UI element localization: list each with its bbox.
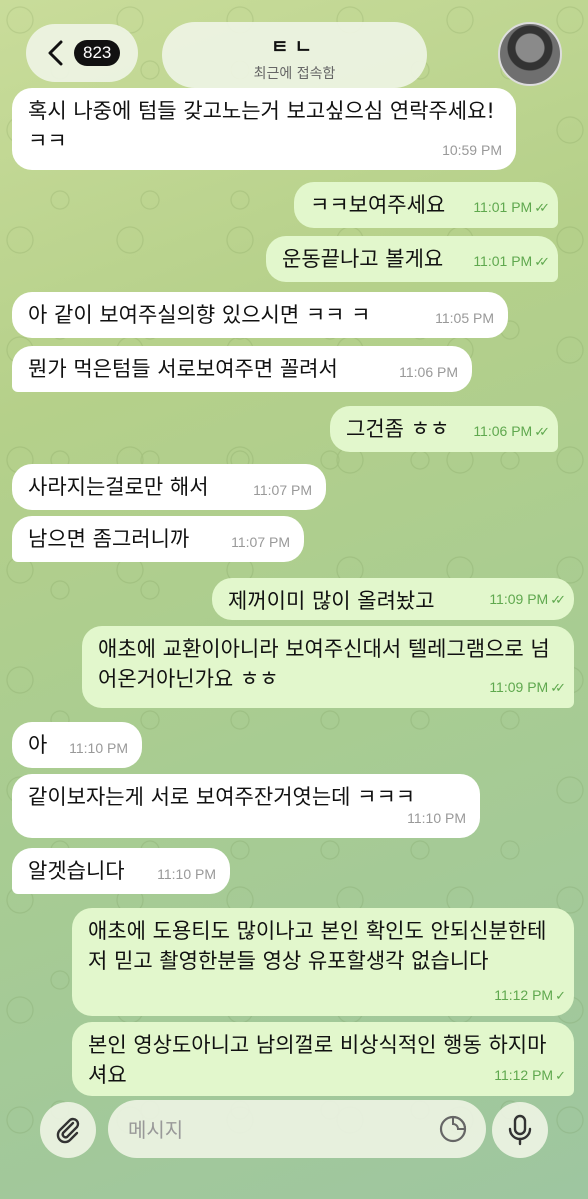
- read-check-icon: ✓: [555, 988, 566, 1003]
- message-text: 그건좀 ㅎㅎ: [346, 417, 450, 441]
- message-text: 사라지는걸로만 해서: [28, 475, 209, 499]
- message-text: 애초에 도용티도 많이나고 본인 확인도 안되신분한테 저 믿고 촬영한분들 영…: [88, 919, 547, 973]
- sticker-icon[interactable]: [438, 1114, 468, 1144]
- message-time: 11:12 PM: [494, 1067, 554, 1083]
- message-time: 11:01 PM: [473, 199, 533, 215]
- message-text: 애초에 교환이아니라 보여주신대서 텔레그램으로 넘어온거아닌가요 ㅎㅎ: [98, 637, 550, 691]
- message-text: 알겟습니다: [28, 859, 125, 883]
- message-incoming[interactable]: 뭔가 먹은텀들 서로보여주면 꼴려서 11:06 PM: [12, 346, 472, 392]
- message-outgoing[interactable]: 애초에 교환이아니라 보여주신대서 텔레그램으로 넘어온거아닌가요 ㅎㅎ 11:…: [82, 626, 574, 708]
- chat-name: ㅌㄴ: [271, 36, 318, 58]
- chat-status: 최근에 접속함: [253, 66, 336, 82]
- message-text: 제꺼이미 많이 올려놨고: [228, 589, 435, 613]
- message-time: 10:59 PM: [442, 142, 502, 158]
- message-text: 아 같이 보여주실의향 있으시면 ㅋㅋ ㅋ: [28, 303, 371, 327]
- message-outgoing[interactable]: 그건좀 ㅎㅎ 11:06 PM ✓✓: [330, 406, 558, 452]
- message-time: 11:06 PM: [473, 423, 533, 439]
- message-incoming[interactable]: 알겟습니다 11:10 PM: [12, 848, 230, 894]
- message-time: 11:06 PM: [399, 364, 458, 380]
- read-check-icon: ✓: [555, 1068, 566, 1083]
- message-time: 11:01 PM: [473, 253, 533, 269]
- message-outgoing[interactable]: 본인 영상도아니고 남의껄로 비상식적인 행동 하지마셔요 11:12 PM ✓: [72, 1022, 574, 1096]
- chevron-left-icon: [48, 40, 63, 66]
- message-time: 11:10 PM: [157, 866, 216, 882]
- message-time: 11:09 PM: [489, 679, 549, 695]
- message-input[interactable]: [126, 1112, 420, 1148]
- message-incoming[interactable]: 같이보자는게 서로 보여주잔거엿는데 ㅋㅋㅋ 11:10 PM: [12, 774, 480, 838]
- message-time: 11:09 PM: [489, 591, 549, 607]
- message-text: 운동끝나고 볼게요: [282, 247, 444, 271]
- message-time: 11:10 PM: [407, 810, 466, 826]
- read-check-icon: ✓✓: [550, 680, 566, 695]
- avatar[interactable]: [498, 22, 562, 86]
- message-time: 11:07 PM: [231, 534, 290, 550]
- message-text: 아: [28, 733, 48, 757]
- message-incoming[interactable]: 아 11:10 PM: [12, 722, 142, 768]
- unread-count-badge: 823: [74, 40, 121, 66]
- message-time: 11:12 PM: [494, 987, 554, 1003]
- message-incoming[interactable]: 사라지는걸로만 해서 11:07 PM: [12, 464, 326, 510]
- message-text: 본인 영상도아니고 남의껄로 비상식적인 행동 하지마셔요: [88, 1033, 547, 1087]
- message-text: 남으면 좀그러니까: [28, 527, 190, 551]
- message-text: 뭔가 먹은텀들 서로보여주면 꼴려서: [28, 357, 338, 381]
- message-outgoing[interactable]: ㅋㅋ보여주세요 11:01 PM ✓✓: [294, 182, 558, 228]
- message-incoming[interactable]: 남으면 좀그러니까 11:07 PM: [12, 516, 304, 562]
- message-time: 11:10 PM: [69, 740, 128, 756]
- microphone-icon: [508, 1114, 532, 1146]
- message-incoming[interactable]: 혹시 나중에 텀들 갖고노는거 보고싶으심 연락주세요! ㅋㅋ 10:59 PM: [12, 88, 516, 170]
- message-text: 혹시 나중에 텀들 갖고노는거 보고싶으심 연락주세요! ㅋㅋ: [28, 99, 495, 153]
- message-composer: [108, 1100, 486, 1158]
- message-time: 11:05 PM: [435, 310, 494, 326]
- message-outgoing[interactable]: 운동끝나고 볼게요 11:01 PM ✓✓: [266, 236, 558, 282]
- paperclip-icon: [56, 1117, 80, 1144]
- read-check-icon: ✓✓: [534, 200, 550, 215]
- message-outgoing[interactable]: 제꺼이미 많이 올려놨고 11:09 PM ✓✓: [212, 578, 574, 620]
- attach-button[interactable]: [40, 1102, 96, 1158]
- message-time: 11:07 PM: [253, 482, 312, 498]
- read-check-icon: ✓✓: [550, 592, 566, 607]
- read-check-icon: ✓✓: [534, 424, 550, 439]
- message-text: ㅋㅋ보여주세요: [310, 193, 446, 217]
- chat-title[interactable]: ㅌㄴ 최근에 접속함: [162, 22, 427, 88]
- message-text: 같이보자는게 서로 보여주잔거엿는데 ㅋㅋㅋ: [28, 785, 416, 809]
- message-outgoing[interactable]: 애초에 도용티도 많이나고 본인 확인도 안되신분한테 저 믿고 촬영한분들 영…: [72, 908, 574, 1016]
- message-incoming[interactable]: 아 같이 보여주실의향 있으시면 ㅋㅋ ㅋ 11:05 PM: [12, 292, 508, 338]
- read-check-icon: ✓✓: [534, 254, 550, 269]
- back-button[interactable]: 823: [26, 24, 138, 82]
- voice-record-button[interactable]: [492, 1102, 548, 1158]
